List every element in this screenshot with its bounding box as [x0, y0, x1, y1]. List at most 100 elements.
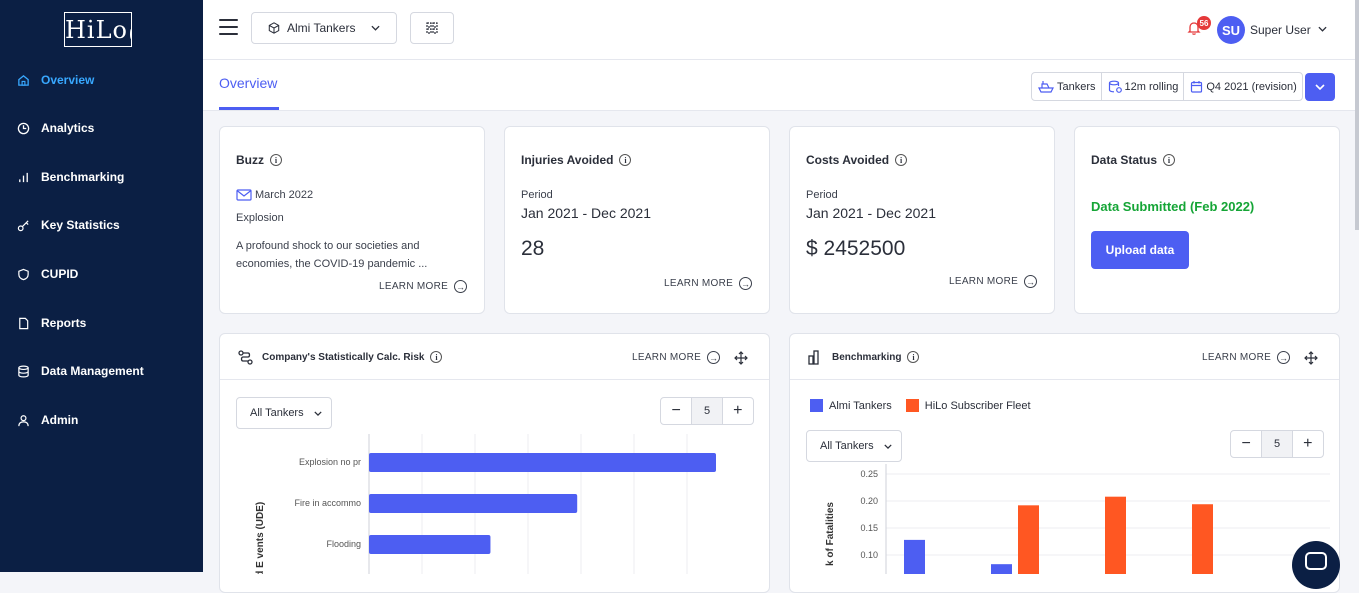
risk-fleet-filter-value: All Tankers	[250, 407, 304, 419]
stepper-value[interactable]: 5	[1261, 431, 1293, 457]
sidebar: HiLo Overview Analytics Benchmarking Key…	[0, 0, 203, 572]
chevron-down-icon[interactable]	[1318, 26, 1327, 32]
bar	[1192, 504, 1213, 574]
home-icon	[16, 73, 30, 87]
injuries-card: Injuries Avoided i Period Jan 2021 - Dec …	[504, 126, 770, 314]
benchmarking-fleet-filter[interactable]: All Tankers	[806, 430, 902, 462]
filter-summary[interactable]: Tankers 12m rolling Q4 2021 (revision)	[1031, 72, 1303, 101]
y-tick-label: 0.20	[860, 496, 878, 506]
sidebar-item-reports[interactable]: Reports	[0, 303, 203, 343]
risk-fleet-filter[interactable]: All Tankers	[236, 397, 332, 429]
risk-learn-more-link[interactable]: LEARN MORE →	[632, 351, 721, 364]
fleet-select[interactable]: Almi Tankers	[251, 12, 397, 44]
y-tick-label: 0.15	[860, 523, 878, 533]
sidebar-item-benchmarking[interactable]: Benchmarking	[0, 157, 203, 197]
hilo-logo[interactable]: HiLo	[64, 12, 132, 47]
bar	[1105, 496, 1126, 574]
bar	[369, 494, 578, 513]
plus-button[interactable]: +	[723, 398, 753, 424]
costs-period-label: Period	[806, 189, 838, 201]
y-axis-label: red E vents (UDE)	[255, 502, 266, 574]
buzz-title: Buzz i	[236, 153, 282, 167]
buzz-learn-more-link[interactable]: LEARN MORE →	[379, 280, 468, 293]
injuries-title: Injuries Avoided i	[521, 153, 632, 167]
legend-label-hilo[interactable]: HiLo Subscriber Fleet	[925, 400, 1031, 412]
info-icon[interactable]: i	[619, 154, 632, 166]
bar-chart-icon	[808, 350, 819, 365]
filter-period-label: 12m rolling	[1124, 80, 1179, 93]
costs-learn-more-link[interactable]: LEARN MORE →	[949, 275, 1038, 288]
scrollbar[interactable]	[1355, 0, 1359, 230]
sidebar-item-label: CUPID	[41, 267, 79, 281]
costs-value: $ 2452500	[806, 237, 906, 260]
injuries-learn-more-link[interactable]: LEARN MORE →	[664, 277, 753, 290]
ship-icon	[1038, 81, 1054, 93]
costs-card: Costs Avoided i Period Jan 2021 - Dec 202…	[789, 126, 1055, 314]
sidebar-item-cupid[interactable]: CUPID	[0, 254, 203, 294]
risk-panel: Company's Statistically Calc. Risk i LEAR…	[219, 333, 770, 593]
benchmarking-learn-more-link[interactable]: LEARN MORE →	[1202, 351, 1291, 364]
sidebar-item-key-statistics[interactable]: Key Statistics	[0, 205, 203, 245]
benchmarking-panel-title: Benchmarking i	[832, 351, 920, 363]
info-icon[interactable]: i	[895, 154, 908, 166]
sub-header: Overview Tankers 12m rolling Q4 2021 (re…	[203, 60, 1359, 111]
top-bar: Almi Tankers 56 SU Super User	[203, 0, 1359, 60]
filter-period[interactable]: 12m rolling	[1102, 73, 1185, 100]
filter-dropdown-button[interactable]	[1305, 73, 1335, 101]
filter-quarter[interactable]: Q4 2021 (revision)	[1184, 73, 1302, 100]
bar	[991, 564, 1012, 574]
chat-launcher-button[interactable]	[1292, 541, 1340, 589]
info-icon[interactable]: i	[430, 351, 443, 363]
upload-data-button[interactable]: Upload data	[1091, 231, 1189, 269]
tab-underline	[219, 107, 279, 110]
calendar-icon	[1191, 81, 1203, 93]
minus-button[interactable]: −	[661, 398, 691, 424]
plus-button[interactable]: +	[1293, 431, 1323, 457]
chevron-down-icon	[1315, 84, 1325, 90]
y-tick-label: Explosion no pr	[299, 457, 361, 467]
fleet-select-value: Almi Tankers	[287, 21, 356, 35]
y-tick-label: 0.10	[860, 550, 878, 560]
database-icon	[1108, 80, 1122, 93]
username[interactable]: Super User	[1250, 23, 1311, 37]
chevron-down-icon	[371, 25, 381, 31]
sidebar-item-analytics[interactable]: Analytics	[0, 108, 203, 148]
y-tick-label: 0.25	[860, 469, 878, 479]
move-icon[interactable]	[1304, 351, 1318, 365]
tab-overview[interactable]: Overview	[219, 75, 277, 91]
risk-chart: red E vents (UDE) Explosion no pr Fire in …	[255, 434, 716, 574]
globe-icon	[130, 28, 131, 39]
grid-settings-button[interactable]	[410, 12, 454, 44]
sidebar-item-overview[interactable]: Overview	[0, 60, 203, 100]
minus-button[interactable]: −	[1231, 431, 1261, 457]
arrow-right-icon: →	[739, 277, 753, 290]
menu-icon[interactable]	[219, 19, 238, 35]
user-icon	[16, 413, 30, 427]
costs-period: Jan 2021 - Dec 2021	[806, 205, 936, 221]
bar	[1018, 505, 1039, 574]
legend-label-almi[interactable]: Almi Tankers	[829, 400, 892, 412]
data-status-title: Data Status i	[1091, 153, 1176, 167]
bar-chart-icon	[16, 170, 30, 184]
info-icon[interactable]: i	[270, 154, 282, 166]
bar	[904, 539, 925, 574]
sidebar-item-admin[interactable]: Admin	[0, 400, 203, 440]
chevron-down-icon	[883, 443, 892, 449]
sidebar-item-data-management[interactable]: Data Management	[0, 351, 203, 391]
buzz-headline: Explosion	[236, 212, 284, 224]
avatar[interactable]: SU	[1217, 16, 1245, 44]
benchmarking-top-n-stepper[interactable]: − 5 +	[1230, 430, 1324, 458]
info-icon[interactable]: i	[1163, 154, 1176, 166]
move-icon[interactable]	[734, 351, 748, 365]
risk-top-n-stepper[interactable]: − 5 +	[660, 397, 754, 425]
route-icon	[238, 350, 253, 365]
filter-vessel-type[interactable]: Tankers	[1032, 73, 1102, 100]
info-icon[interactable]: i	[907, 351, 920, 363]
arrow-right-icon: →	[1024, 275, 1038, 288]
stepper-value[interactable]: 5	[691, 398, 723, 424]
buzz-card: Buzz i March 2022 Explosion A profound sh…	[219, 126, 485, 314]
clock-icon	[16, 121, 30, 135]
document-icon	[16, 316, 30, 330]
notification-badge: 56	[1197, 16, 1211, 30]
sidebar-item-label: Analytics	[41, 121, 95, 135]
